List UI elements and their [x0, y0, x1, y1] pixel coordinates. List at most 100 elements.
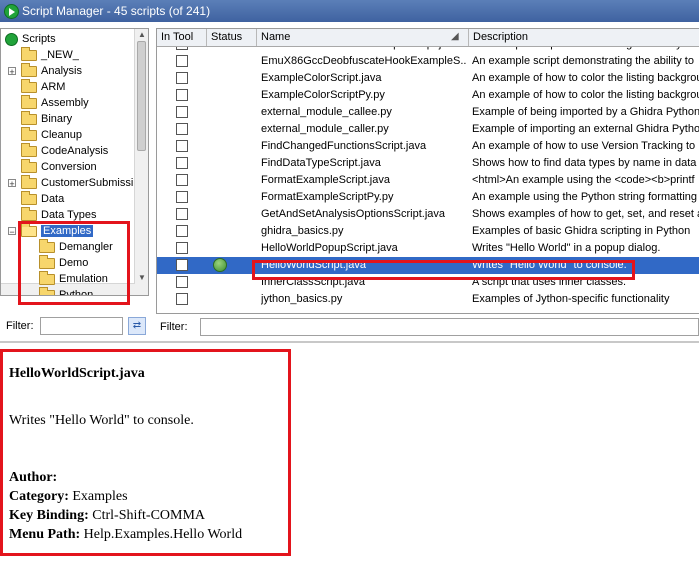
tree-item[interactable]: Scripts — [5, 31, 56, 47]
table-row[interactable]: external_module_callee.py Example of bein… — [157, 104, 699, 121]
tree-item-label: Cleanup — [41, 129, 82, 141]
in-tool-checkbox[interactable] — [176, 106, 188, 118]
script-name-cell: ExampleColorScriptPy.py — [261, 89, 385, 101]
tree-item[interactable]: − Examples — [8, 222, 94, 239]
in-tool-checkbox[interactable] — [176, 157, 188, 169]
tree-item-label: Binary — [41, 113, 73, 125]
tree-item[interactable]: Assembly — [21, 94, 89, 111]
script-name-text: HelloWorldScript.java — [9, 366, 145, 381]
in-tool-checkbox[interactable] — [176, 140, 188, 152]
tree-item[interactable]: ARM — [21, 78, 66, 95]
tree-item[interactable]: Demo — [39, 254, 88, 271]
key-binding-value: Ctrl-Shift-COMMA — [92, 508, 206, 523]
in-tool-checkbox[interactable] — [176, 174, 188, 186]
folder-icon — [39, 286, 55, 295]
table-row[interactable]: FindDataTypeScript.java Shows how to find… — [157, 155, 699, 172]
filter-options-icon[interactable]: ⇄ — [128, 317, 146, 335]
tree-item[interactable]: Cleanup — [21, 126, 82, 143]
tree-item[interactable]: Python — [39, 286, 94, 296]
script-name-cell: jython_basics.py — [261, 293, 343, 305]
table-row[interactable]: ExampleColorScriptPy.py An example of how… — [157, 87, 699, 104]
details-author: Author: — [9, 470, 57, 486]
scroll-up-icon[interactable]: ▲ — [138, 30, 146, 39]
table-filter-input[interactable] — [200, 318, 699, 336]
tree-item[interactable]: _NEW_ — [21, 46, 79, 63]
in-tool-checkbox[interactable] — [176, 242, 188, 254]
column-in-tool[interactable]: In Tool — [157, 29, 207, 46]
in-tool-checkbox[interactable] — [176, 259, 188, 271]
tree-vertical-scrollbar[interactable]: ▲ ▼ — [134, 29, 148, 295]
table-row[interactable]: EmuX86GccDeobfuscateHookExampleS... An ex… — [157, 53, 699, 70]
folder-icon — [21, 222, 37, 237]
in-tool-checkbox[interactable] — [176, 276, 188, 288]
tree-item-label: _NEW_ — [41, 49, 79, 61]
expand-icon[interactable]: + — [8, 179, 16, 189]
tree-item[interactable]: Data Types — [21, 206, 96, 223]
script-description-cell: An example of how to color the listing b… — [472, 89, 699, 101]
folder-icon — [21, 174, 37, 189]
sort-icon[interactable]: ◢ — [451, 31, 459, 42]
script-name-cell: EmuX86GccDeobfuscateHookExampleS... — [261, 55, 467, 67]
tree-item[interactable]: Data — [21, 190, 64, 207]
table-row[interactable]: InnerClassScript.java A script that uses … — [157, 274, 699, 291]
table-row[interactable]: external_module_caller.py Example of impo… — [157, 121, 699, 138]
table-row[interactable]: FormatExampleScriptPy.py An example using… — [157, 189, 699, 206]
window-title: Script Manager - 45 scripts (of 241) — [22, 4, 211, 18]
tree-item[interactable]: + Analysis — [8, 62, 82, 79]
scroll-down-icon[interactable]: ▼ — [138, 273, 146, 282]
script-manager-icon — [4, 4, 19, 19]
script-description-cell: Shows how to find data types by name in … — [472, 157, 697, 169]
script-name-cell: FormatExampleScript.java — [261, 174, 390, 186]
folder-icon — [21, 94, 37, 109]
script-status-icon — [213, 258, 227, 272]
collapse-icon[interactable]: − — [8, 227, 16, 237]
table-row[interactable]: ExampleColorScript.java An example of how… — [157, 70, 699, 87]
folder-icon — [21, 158, 37, 173]
scrollbar-thumb[interactable] — [137, 41, 146, 151]
details-description: Writes "Hello World" to console. — [9, 413, 194, 428]
script-name-cell: ghidra_basics.py — [261, 225, 344, 237]
table-row[interactable]: GetAndSetAnalysisOptionsScript.java Shows… — [157, 206, 699, 223]
tree-item[interactable]: Emulation — [39, 270, 108, 287]
tree-filter-input[interactable] — [40, 317, 123, 335]
tree-item-label: ARM — [41, 81, 66, 93]
in-tool-checkbox[interactable] — [176, 208, 188, 220]
script-name-cell: HelloWorldPopupScript.java — [261, 242, 398, 254]
in-tool-checkbox[interactable] — [176, 89, 188, 101]
details-category: Category: Examples — [9, 489, 128, 505]
tree-item-label: Emulation — [59, 273, 108, 285]
tree-item[interactable]: + CustomerSubmissi — [8, 174, 133, 191]
tree-item[interactable]: Conversion — [21, 158, 97, 175]
tree-item-label: Python — [59, 289, 94, 296]
in-tool-checkbox[interactable] — [176, 293, 188, 305]
table-row[interactable]: ghidra_basics.py Examples of basic Ghidra… — [157, 223, 699, 240]
in-tool-checkbox[interactable] — [176, 191, 188, 203]
in-tool-checkbox[interactable] — [176, 72, 188, 84]
column-name[interactable]: Name — [257, 29, 469, 46]
table-row[interactable]: HelloWorldPopupScript.java Writes "Hello … — [157, 240, 699, 257]
expand-icon[interactable]: + — [8, 67, 16, 77]
column-status[interactable]: Status — [207, 29, 257, 46]
script-description-cell: A script that uses inner classes. — [472, 276, 627, 288]
tree-item[interactable]: Demangler — [39, 238, 113, 255]
table-row[interactable]: FormatExampleScript.java <html>An example… — [157, 172, 699, 189]
scripts-table[interactable]: EmuX86DeobfuscateExampleScript.javaAn ex… — [156, 28, 699, 314]
tree-item-label: Examples — [41, 225, 94, 237]
script-description-cell: Writes "Hello World" in a popup dialog. — [472, 242, 661, 254]
tree-item[interactable]: CodeAnalysis — [21, 142, 108, 159]
table-row[interactable]: jython_basics.py Examples of Jython-speci… — [157, 291, 699, 308]
script-name-cell: ExampleColorScript.java — [261, 72, 382, 84]
in-tool-checkbox[interactable] — [176, 225, 188, 237]
column-description[interactable]: Description — [469, 29, 699, 46]
in-tool-checkbox[interactable] — [176, 123, 188, 135]
tree-item-label: Demangler — [59, 241, 113, 253]
menu-path-label: Menu Path: — [9, 527, 81, 542]
script-name-cell: FindChangedFunctionsScript.java — [261, 140, 427, 152]
tree-item[interactable]: Binary — [21, 110, 73, 127]
table-row[interactable]: HelloWorldScript.java Writes "Hello World… — [157, 257, 699, 274]
table-row[interactable]: FindChangedFunctionsScript.java An exampl… — [157, 138, 699, 155]
in-tool-checkbox[interactable] — [176, 55, 188, 67]
script-description-cell: <html>An example using the <code><b>prin… — [472, 174, 695, 186]
category-tree[interactable]: ▲ ▼ Scripts _NEW_ + Analysis ARM Assembly Bina… — [0, 28, 149, 296]
script-details-pane: HelloWorldScript.java Writes "Hello Worl… — [0, 343, 699, 563]
